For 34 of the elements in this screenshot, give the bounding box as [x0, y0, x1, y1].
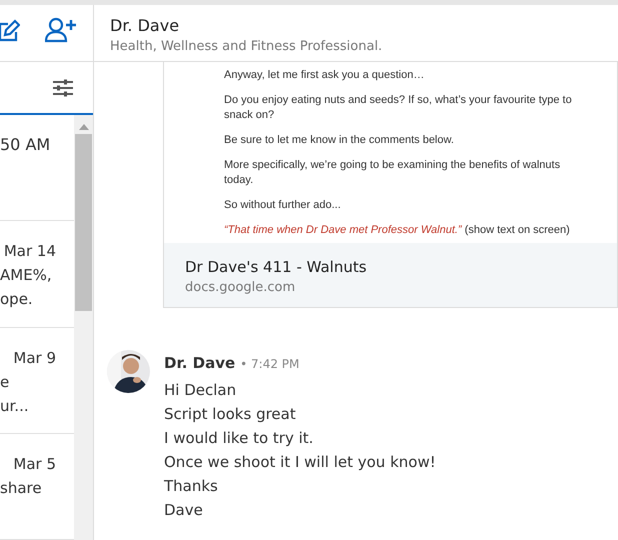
message-snippet: e: [0, 372, 10, 392]
document-paragraph: More specifically, we’re going to be examining the benefits of walnuts today.: [224, 158, 562, 188]
message-snippet: share: [0, 478, 43, 499]
conversation-time: Mar 14: [4, 241, 57, 262]
document-paragraph: So without further ado...: [224, 198, 342, 213]
filter-icon[interactable]: [53, 78, 73, 96]
document-paragraph: Do you enjoy eating nuts and seeds? If so, what’s your favourite type to snack on?: [224, 93, 573, 123]
conversation-subtitle: Health, Wellness and Fitness Professional.: [110, 38, 384, 56]
message-snippet: ur...: [0, 396, 30, 416]
message-line: Dave: [164, 500, 204, 521]
sender-name[interactable]: Dr. Dave: [164, 354, 236, 372]
document-paragraph: Anyway, let me first ask you a question…: [224, 68, 426, 83]
avatar: [107, 350, 150, 393]
conversation-title: Dr. Dave: [110, 15, 180, 37]
link-title[interactable]: Dr Dave's 411 - Walnuts: [185, 255, 617, 279]
message-snippet: ope.: [0, 289, 34, 310]
scrollbar[interactable]: [74, 115, 93, 540]
add-person-icon[interactable]: [45, 17, 77, 43]
link-domain: docs.google.com: [185, 279, 296, 297]
conversation-time: Mar 9: [13, 348, 57, 368]
link-preview-card[interactable]: [163, 62, 618, 308]
conversation-time: Mar 5: [13, 454, 57, 475]
message-time: • 7:42 PM: [240, 357, 300, 371]
document-paragraph: Be sure to let me know in the comments below.: [224, 133, 455, 148]
message-line: Once we shoot it I will let you know!: [164, 452, 436, 473]
message-line: Hi Declan: [164, 380, 238, 401]
message-line: I would like to try it.: [164, 428, 314, 449]
message-line: Thanks: [164, 476, 219, 497]
message-line: Script looks great: [164, 404, 297, 425]
document-paragraph: “That time when Dr Dave met Professor Walnut.” (show text on screen): [224, 223, 571, 238]
compose-icon[interactable]: [0, 18, 20, 42]
conversation-time: 50 AM: [0, 134, 52, 156]
message-snippet: AME%,: [0, 265, 53, 286]
scrollbar-thumb[interactable]: [75, 134, 92, 311]
